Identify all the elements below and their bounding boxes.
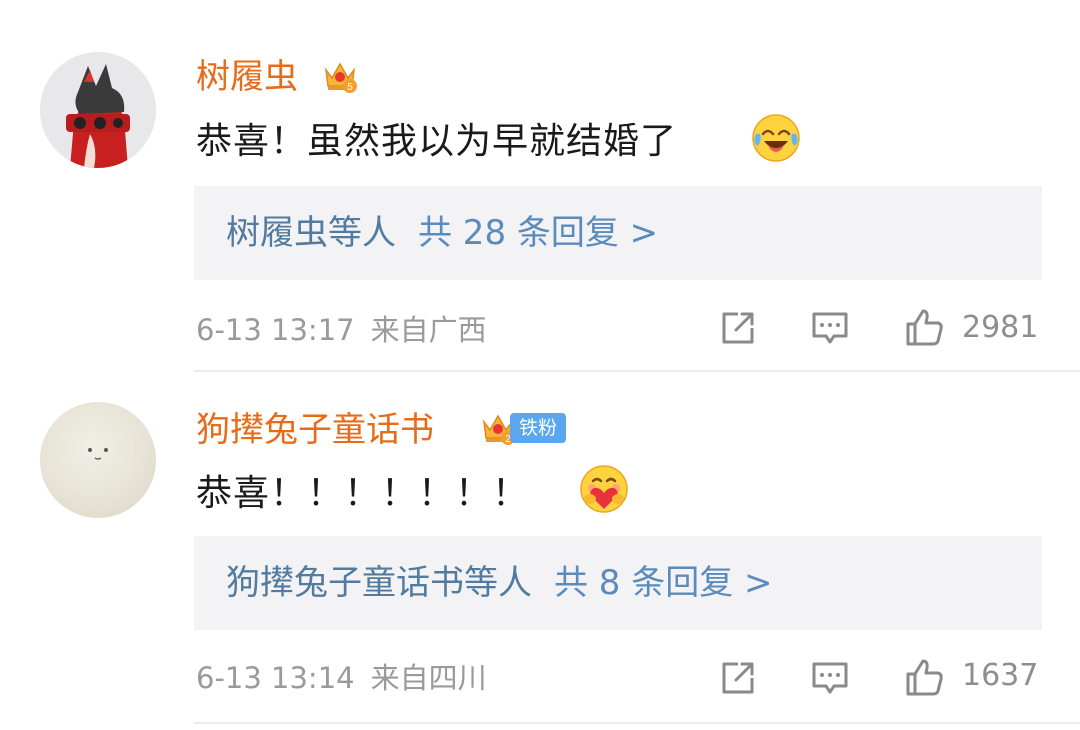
thumbs-up-icon[interactable] [904, 308, 944, 348]
reply-summary[interactable]: 树履虫等人共 28 条回复 > [194, 186, 1042, 280]
username[interactable]: 狗撵兔子童话书 [196, 410, 434, 450]
avatar-image [88, 448, 108, 460]
hugging-heart-emoji-icon [580, 465, 628, 513]
avatar[interactable] [40, 52, 156, 168]
reply-etc: 等人 [328, 213, 396, 253]
reply-users[interactable]: 树履虫 [226, 213, 328, 253]
comment-item: 树履虫 5 恭喜！虽然我以为早就结婚了 树履虫等人共 28 条回复 > 6-13… [0, 0, 1080, 372]
avatar[interactable] [40, 402, 156, 518]
reply-count[interactable]: 共 8 条回复 > [554, 563, 773, 603]
comment-icon[interactable] [810, 308, 850, 348]
timestamp: 6-13 13:17 [196, 313, 355, 347]
avatar-image [40, 52, 156, 168]
comment-text: 恭喜！虽然我以为早就结婚了 [196, 121, 678, 162]
reply-count[interactable]: 共 28 条回复 > [418, 213, 658, 253]
reply-link[interactable]: 狗撵兔子童话书等人共 8 条回复 > [226, 560, 773, 606]
divider [194, 722, 1080, 724]
reply-etc: 等人 [464, 563, 532, 603]
reply-users[interactable]: 狗撵兔子童话书 [226, 563, 464, 603]
like-count: 2981 [962, 310, 1039, 345]
fan-badge[interactable]: 铁粉 [510, 413, 566, 443]
share-icon[interactable] [718, 658, 758, 698]
share-icon[interactable] [718, 308, 758, 348]
location: 来自广西 [370, 313, 487, 347]
thumbs-up-icon[interactable] [904, 658, 944, 698]
reply-link[interactable]: 树履虫等人共 28 条回复 > [226, 210, 658, 256]
svg-text:5: 5 [347, 82, 353, 93]
laughing-crying-emoji-icon [752, 114, 800, 162]
crown-badge-icon[interactable]: 5 [320, 56, 360, 96]
comment-meta: 6-13 13:17 来自广西 [196, 312, 487, 348]
username[interactable]: 树履虫 [196, 57, 298, 97]
comment-icon[interactable] [810, 658, 850, 698]
reply-summary[interactable]: 狗撵兔子童话书等人共 8 条回复 > [194, 536, 1042, 630]
